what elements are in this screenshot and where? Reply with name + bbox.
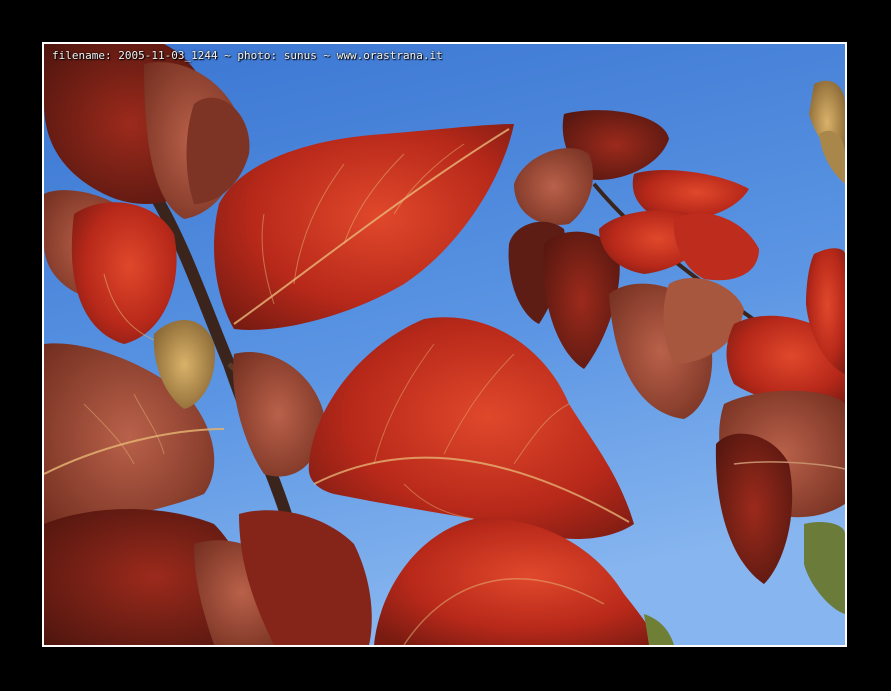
leaves-lower-left [44,509,372,645]
black-frame: filename: 2005-11-03_1244 ~ photo: sunus… [0,0,891,691]
photo-caption: filename: 2005-11-03_1244 ~ photo: sunus… [52,49,443,62]
autumn-leaves-photo [44,44,845,645]
photo-border: filename: 2005-11-03_1244 ~ photo: sunus… [42,42,847,647]
